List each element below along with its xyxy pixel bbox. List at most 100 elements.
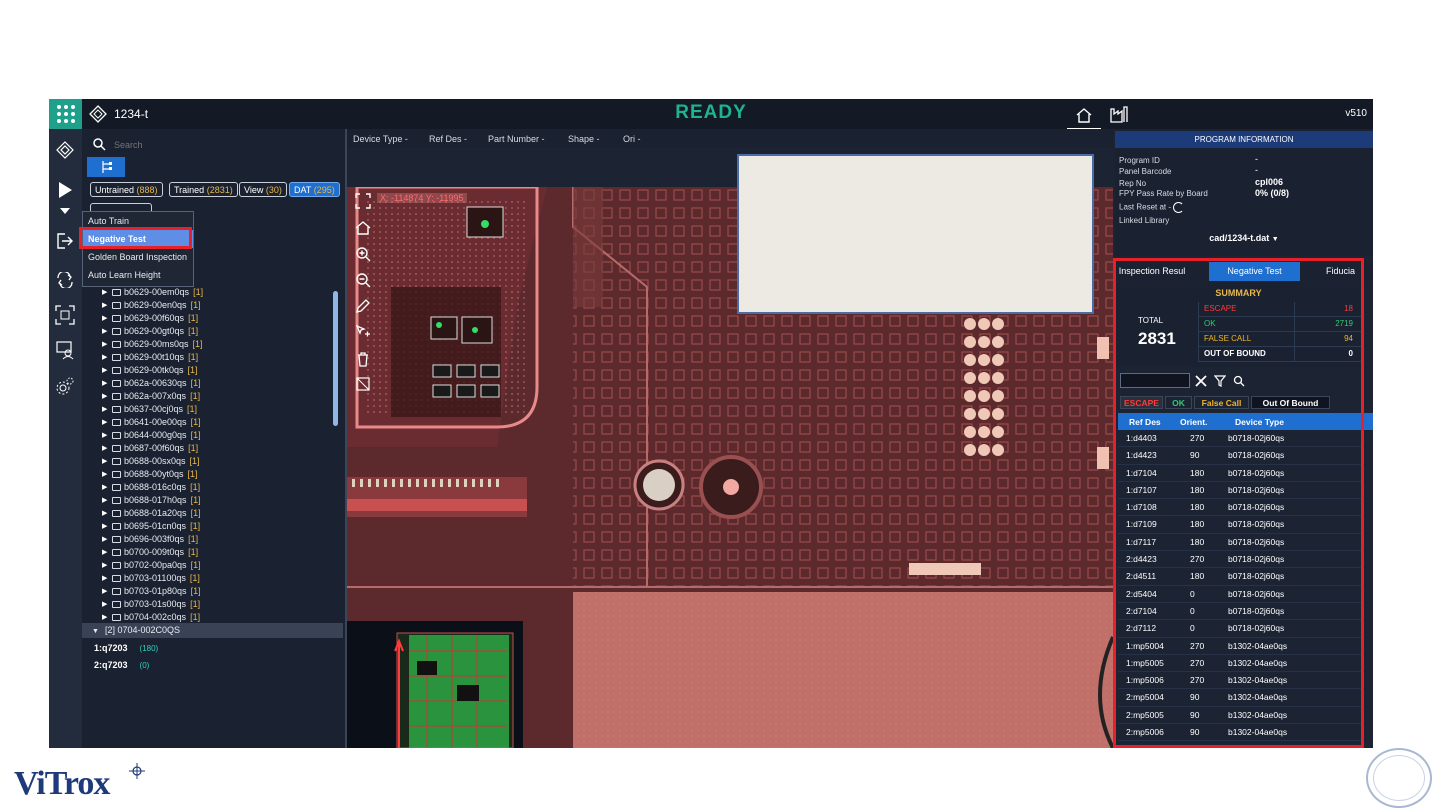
caret-right-icon[interactable]: ▶ <box>102 312 110 325</box>
folder-icon <box>112 601 121 608</box>
filter-shape[interactable]: Shape - <box>568 134 600 144</box>
tree-item[interactable]: ▶ b062a-007x0qs [1] <box>82 390 330 403</box>
tree-item[interactable]: ▶ b0703-01100qs [1] <box>82 572 330 585</box>
tree-item[interactable]: ▶ b0629-00f60qs [1] <box>82 312 330 325</box>
caret-down-icon[interactable] <box>54 205 76 217</box>
tree-scrollbar[interactable] <box>333 291 338 426</box>
caret-right-icon[interactable]: ▶ <box>102 572 110 585</box>
board-overview-minimap[interactable] <box>347 621 523 748</box>
tree-item[interactable]: ▶ b0700-009t0qs [1] <box>82 546 330 559</box>
caret-right-icon[interactable]: ▶ <box>102 429 110 442</box>
tree-view-button[interactable] <box>87 157 125 177</box>
tree-item-label: b0688-00yt0qs <box>124 469 184 479</box>
fit-screen-icon[interactable] <box>353 191 373 211</box>
caret-right-icon[interactable]: ▶ <box>102 585 110 598</box>
caret-right-icon[interactable]: ▶ <box>102 546 110 559</box>
fpy-value: 0% (0/8) <box>1255 188 1290 198</box>
caret-right-icon[interactable]: ▶ <box>102 455 110 468</box>
caret-right-icon[interactable]: ▶ <box>102 351 110 364</box>
filter-device-type[interactable]: Device Type - <box>353 134 408 144</box>
caret-right-icon[interactable]: ▶ <box>102 481 110 494</box>
part-row[interactable]: 1:q7203 (180) <box>94 643 158 653</box>
search-icon <box>93 138 106 151</box>
caret-right-icon[interactable]: ▶ <box>102 442 110 455</box>
factory-icon[interactable] <box>1107 102 1131 126</box>
tree-item[interactable]: ▶ b0688-016c0qs [1] <box>82 481 330 494</box>
chip-trained[interactable]: Trained (2831) <box>169 182 238 197</box>
caret-right-icon[interactable]: ▶ <box>102 325 110 338</box>
menu-item-auto-learn-height[interactable]: Auto Learn Height <box>83 266 193 284</box>
tree-item-label: b0688-00sx0qs <box>124 456 186 466</box>
caret-right-icon[interactable]: ▶ <box>102 299 110 312</box>
filter-ori[interactable]: Ori - <box>623 134 641 144</box>
refresh-icon[interactable] <box>1173 202 1185 213</box>
tree-item[interactable]: ▶ b0702-00pa0qs [1] <box>82 559 330 572</box>
filter-part-number[interactable]: Part Number - <box>488 134 545 144</box>
caret-right-icon[interactable]: ▶ <box>102 286 110 299</box>
export-icon[interactable] <box>54 230 76 252</box>
caret-right-icon[interactable]: ▶ <box>102 559 110 572</box>
operator-icon[interactable] <box>54 339 76 361</box>
tree-group-row[interactable]: ▼ [2] 0704-002C0QS <box>82 623 343 638</box>
caret-right-icon[interactable]: ▶ <box>102 403 110 416</box>
caret-right-icon[interactable]: ▶ <box>102 520 110 533</box>
caret-right-icon[interactable]: ▶ <box>102 468 110 481</box>
tree-item[interactable]: ▶ b0629-00em0qs [1] <box>82 286 330 299</box>
search-input[interactable] <box>112 137 336 153</box>
tree-item[interactable]: ▶ b0637-00cj0qs [1] <box>82 403 330 416</box>
zoom-out-icon[interactable] <box>353 270 373 290</box>
tree-item[interactable]: ▶ b0629-00gt0qs [1] <box>82 325 330 338</box>
tree-item[interactable]: ▶ b0641-00e00qs [1] <box>82 416 330 429</box>
tree-item[interactable]: ▶ b0629-00ms0qs [1] <box>82 338 330 351</box>
home-view-icon[interactable] <box>353 218 373 238</box>
caret-right-icon[interactable]: ▶ <box>102 507 110 520</box>
tree-item[interactable]: ▶ b0688-017h0qs [1] <box>82 494 330 507</box>
tree-item[interactable]: ▶ b0629-00tk0qs [1] <box>82 364 330 377</box>
caret-right-icon[interactable]: ▶ <box>102 364 110 377</box>
layers-icon[interactable] <box>54 139 76 161</box>
rep-no-value: cpl006 <box>1255 177 1284 187</box>
tree-item[interactable]: ▶ b0695-01cn0qs [1] <box>82 520 330 533</box>
nav-circle-button[interactable] <box>1366 748 1432 808</box>
filter-ref-des[interactable]: Ref Des - <box>429 134 467 144</box>
tree-item[interactable]: ▶ b062a-00630qs [1] <box>82 377 330 390</box>
caret-right-icon[interactable]: ▶ <box>102 390 110 403</box>
move-pointer-icon[interactable] <box>353 322 373 342</box>
caret-right-icon[interactable]: ▶ <box>102 338 110 351</box>
tree-item[interactable]: ▶ b0687-00f60qs [1] <box>82 442 330 455</box>
zoom-in-icon[interactable] <box>353 244 373 264</box>
caret-right-icon[interactable]: ▶ <box>102 598 110 611</box>
caret-right-icon[interactable]: ▶ <box>102 416 110 429</box>
caret-right-icon[interactable]: ▶ <box>102 533 110 546</box>
delete-trash-icon[interactable] <box>353 349 373 369</box>
tree-item[interactable]: ▶ b0629-00en0qs [1] <box>82 299 330 312</box>
scan-icon[interactable] <box>54 304 76 326</box>
crop-icon[interactable] <box>353 374 373 394</box>
play-icon[interactable] <box>54 179 76 201</box>
app-menu-grid-icon[interactable] <box>49 99 82 129</box>
linked-library-select[interactable]: cad/1234-t.dat ▼ <box>1115 233 1373 243</box>
tree-item[interactable]: ▶ b0703-01s00qs [1] <box>82 598 330 611</box>
tree-item[interactable]: ▶ b0688-00sx0qs [1] <box>82 455 330 468</box>
folder-icon <box>112 471 121 478</box>
tree-item-label: b0687-00f60qs <box>124 443 185 453</box>
panel-barcode-value: - <box>1255 165 1258 175</box>
chip-view[interactable]: View (30) <box>239 182 287 197</box>
folder-icon <box>112 302 121 309</box>
tree-item[interactable]: ▶ b0688-01a20qs [1] <box>82 507 330 520</box>
tree-item[interactable]: ▶ b0703-01p80qs [1] <box>82 585 330 598</box>
chip-untrained[interactable]: Untrained (888) <box>90 182 163 197</box>
chip-dat[interactable]: DAT (295) <box>289 182 340 197</box>
tree-item[interactable]: ▶ b0644-000g0qs [1] <box>82 429 330 442</box>
settings-gear-icon[interactable] <box>54 375 76 397</box>
caret-right-icon[interactable]: ▶ <box>102 494 110 507</box>
part-row[interactable]: 2:q7203 (0) <box>94 660 149 670</box>
pen-edit-icon[interactable] <box>353 296 373 316</box>
caret-right-icon[interactable]: ▶ <box>102 377 110 390</box>
tree-item[interactable]: ▶ b0696-003f0qs [1] <box>82 533 330 546</box>
tree-item[interactable]: ▶ b0629-00t10qs [1] <box>82 351 330 364</box>
tree-item[interactable]: ▶ b0688-00yt0qs [1] <box>82 468 330 481</box>
menu-item-golden-board-inspection[interactable]: Golden Board Inspection <box>83 248 193 266</box>
sync-icon[interactable] <box>54 269 76 291</box>
home-icon[interactable] <box>1067 102 1101 130</box>
